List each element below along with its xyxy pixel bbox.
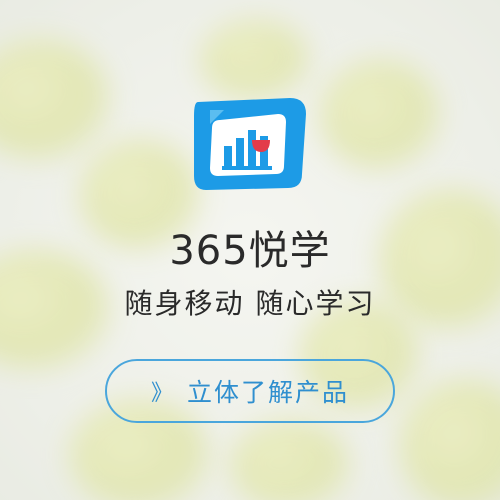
learn-more-label: 立体了解产品 xyxy=(187,378,350,407)
logo-icon xyxy=(194,98,306,190)
learn-more-button[interactable]: 》 立体了解产品 xyxy=(105,359,395,423)
slogan: 随身移动 随心学习 xyxy=(124,287,376,320)
brand-title: 365悦学 xyxy=(169,228,331,274)
logo xyxy=(190,96,310,192)
chevron-right-icon: 》 xyxy=(150,381,175,406)
